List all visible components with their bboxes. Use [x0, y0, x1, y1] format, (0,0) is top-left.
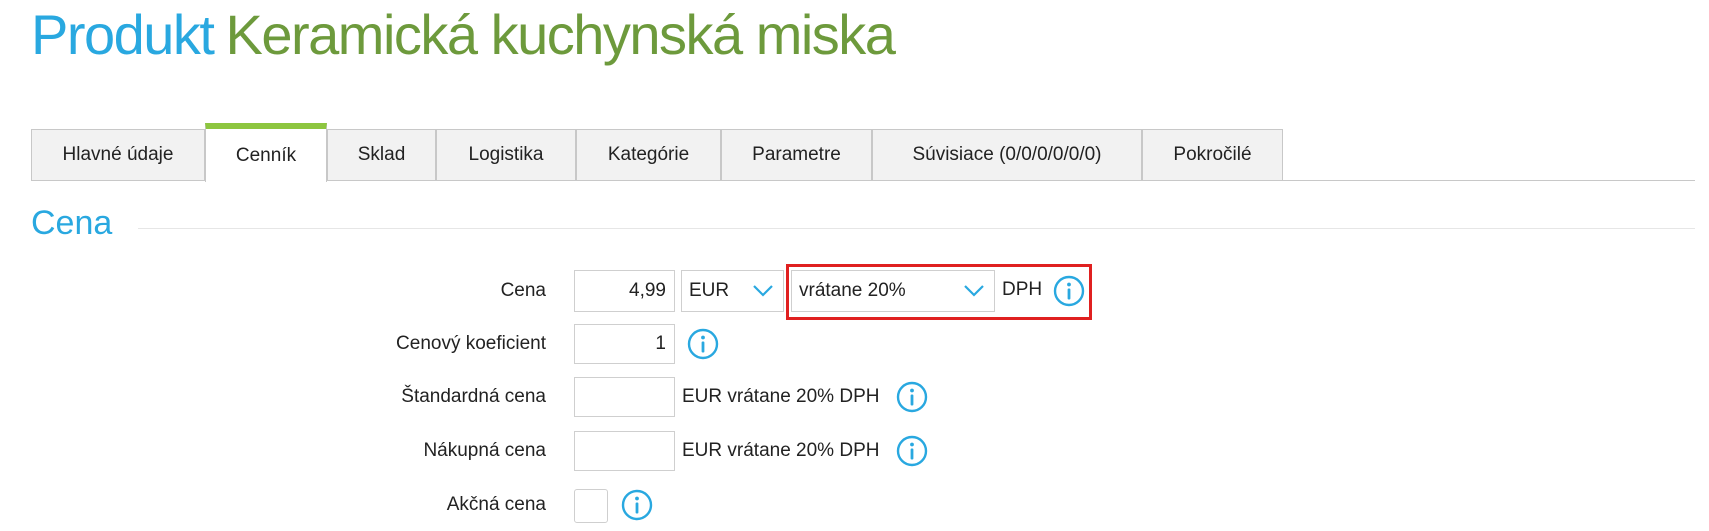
- page-title: Produkt Keramická kuchynská miska: [31, 2, 896, 67]
- purchase-price-label: Nákupná cena: [423, 440, 546, 461]
- price-input[interactable]: [574, 270, 675, 312]
- page-title-prefix: Produkt: [31, 3, 215, 66]
- tab-parameters[interactable]: Parametre: [721, 129, 872, 180]
- tab-main-info[interactable]: Hlavné údaje: [31, 129, 205, 180]
- tab-logistics[interactable]: Logistika: [436, 129, 576, 180]
- chevron-down-icon: [753, 285, 773, 297]
- section-heading-price: Cena: [31, 204, 113, 242]
- tab-advanced[interactable]: Pokročilé: [1142, 129, 1283, 180]
- info-icon[interactable]: [896, 381, 928, 413]
- sale-price-label: Akčná cena: [446, 494, 546, 515]
- tab-stock[interactable]: Sklad: [327, 129, 436, 180]
- currency-select[interactable]: EUR: [681, 270, 784, 312]
- info-icon[interactable]: [687, 328, 719, 360]
- tab-pricing[interactable]: Cenník: [205, 123, 327, 182]
- tab-bar: Hlavné údaje Cenník Sklad Logistika Kate…: [31, 123, 1695, 182]
- purchase-price-input[interactable]: [574, 431, 675, 471]
- standard-price-label: Štandardná cena: [401, 386, 546, 407]
- coefficient-input[interactable]: [574, 324, 675, 364]
- info-icon[interactable]: [896, 435, 928, 467]
- tab-related[interactable]: Súvisiace (0/0/0/0/0/0): [872, 129, 1142, 180]
- product-name: Keramická kuchynská miska: [225, 3, 896, 66]
- highlight-box: [786, 264, 1092, 320]
- purchase-price-unit: EUR vrátane 20% DPH: [682, 440, 880, 461]
- standard-price-input[interactable]: [574, 377, 675, 417]
- tab-categories[interactable]: Kategórie: [576, 129, 721, 180]
- currency-value: EUR: [689, 280, 730, 301]
- section-divider: [138, 228, 1695, 229]
- price-label: Cena: [500, 280, 546, 301]
- standard-price-unit: EUR vrátane 20% DPH: [682, 386, 880, 407]
- sale-price-checkbox[interactable]: [574, 489, 608, 523]
- coefficient-label: Cenový koeficient: [396, 333, 546, 354]
- info-icon[interactable]: [621, 489, 653, 521]
